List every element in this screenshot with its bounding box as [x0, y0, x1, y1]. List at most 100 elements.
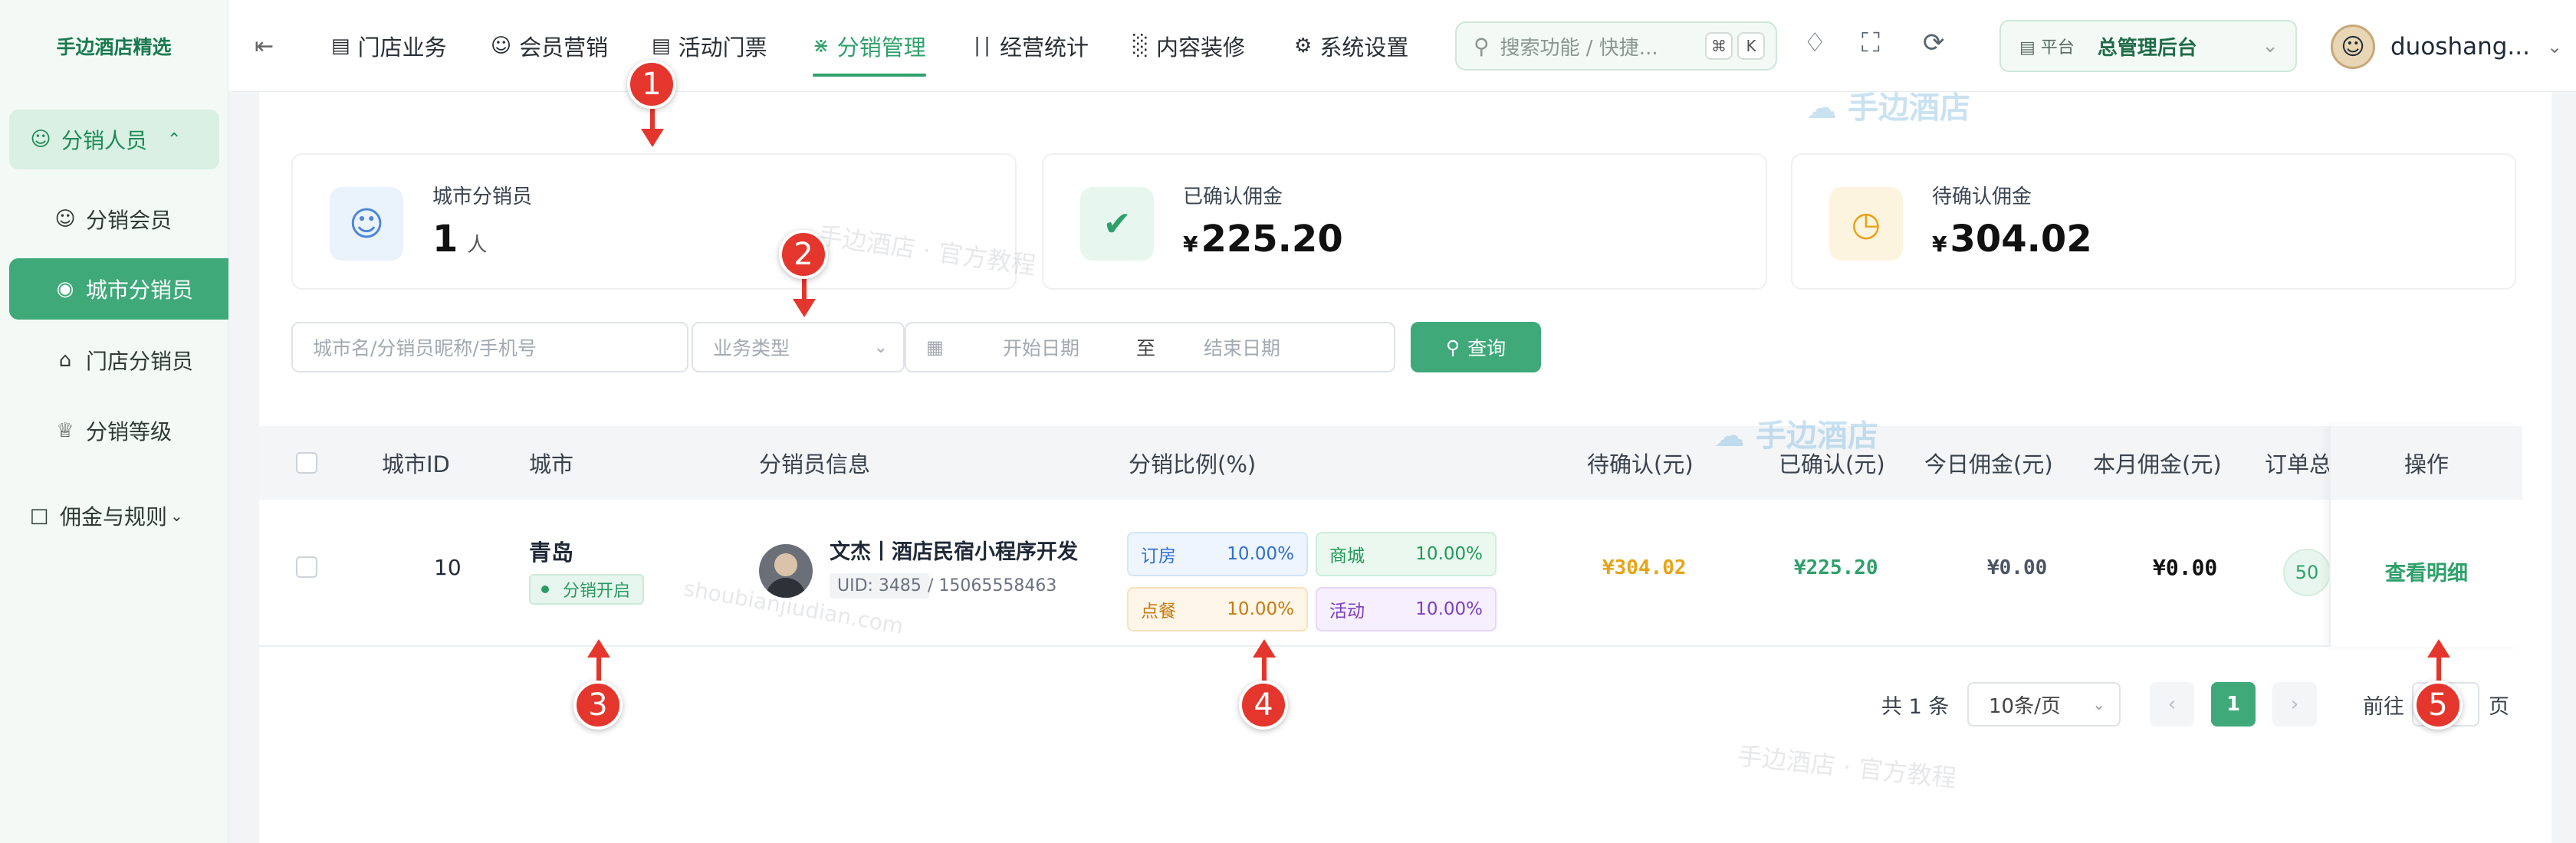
sidebar-group-label: 分销人员 — [61, 128, 148, 153]
nav-label: 经营统计 — [1000, 34, 1089, 61]
chevron-up-icon: ⌃ — [167, 130, 182, 149]
annotation-badge-3: 3 — [573, 681, 623, 730]
search-icon: ⚲ — [1445, 336, 1460, 359]
goto-label: 前往 — [2363, 694, 2404, 719]
table-header: 城市ID 城市 分销员信息 分销比例(%) 待确认(元) 已确认(元) 今日佣金… — [259, 426, 2522, 500]
pagination-total: 共 1 条 — [1881, 694, 1950, 719]
page-1-button[interactable]: 1 — [2211, 682, 2256, 727]
annotation-arrow-down-1 — [641, 103, 664, 147]
col-actions: 操作 — [2331, 426, 2522, 500]
next-page-button[interactable]: › — [2272, 682, 2317, 727]
col-confirmed: 已确认(元) — [1779, 451, 1885, 477]
select-all-checkbox[interactable] — [296, 452, 317, 474]
rate-dining: 点餐 10.00% — [1127, 587, 1308, 631]
refresh-icon[interactable]: ⟳ — [1923, 28, 1945, 58]
sidebar-item-member-distributor[interactable]: ☺ 分销会员 — [0, 189, 228, 250]
user-menu[interactable]: ☺ duoshang... ⌄ — [2331, 23, 2562, 71]
fullscreen-icon[interactable]: ⛶ — [1861, 28, 1880, 58]
avatar: ☺ — [2331, 25, 2375, 69]
date-separator: 至 — [1136, 337, 1156, 359]
nav-store-business[interactable]: ▤ 门店业务 — [331, 0, 447, 92]
stat-value: ¥304.02 — [1932, 218, 2092, 261]
rate-mall: 商城 10.00% — [1316, 532, 1497, 576]
sidebar-item-label: 城市分销员 — [86, 277, 194, 303]
stat-label: 待确认佣金 — [1932, 185, 2032, 208]
chevron-down-icon: ⌄ — [873, 337, 888, 357]
folder-icon: □ — [29, 504, 49, 527]
annotation-arrow-down-2 — [793, 273, 816, 317]
cell-confirmed: ¥225.20 — [1794, 556, 1878, 579]
distributor-phone: / 15065558463 — [928, 576, 1057, 595]
keyword-input[interactable]: 城市名/分销员昵称/手机号 — [291, 322, 688, 372]
ticket-icon: ▤ — [652, 34, 671, 57]
operations-column: 操作 查看明细 — [2329, 426, 2522, 647]
nav-label: 活动门票 — [678, 34, 767, 61]
view-detail-link[interactable]: 查看明细 — [2331, 556, 2522, 586]
table-row: 10 青岛 分销开启 文杰丨酒店民宿小程序开发 UID: 3485 / 1506… — [259, 500, 2522, 647]
location-pin-icon: ◉ — [56, 277, 74, 300]
sidebar-group-commission-rules[interactable]: □ 佣金与规则 ⌄ — [0, 485, 228, 546]
cell-city-id: 10 — [434, 555, 462, 580]
user-icon: ☺ — [330, 187, 403, 261]
query-button[interactable]: ⚲ 查询 — [1411, 322, 1541, 372]
calendar-icon: ▦ — [926, 336, 944, 358]
sidebar-item-distributor-level[interactable]: ♕ 分销等级 — [0, 400, 228, 461]
sidebar-item-label: 分销会员 — [86, 208, 172, 233]
nav-system-settings[interactable]: ⚙ 系统设置 — [1294, 0, 1408, 92]
col-pending: 待确认(元) — [1587, 451, 1694, 477]
user-icon: ☺ — [30, 128, 51, 151]
start-date-placeholder: 开始日期 — [1003, 337, 1080, 359]
col-city: 城市 — [529, 451, 574, 477]
business-type-select[interactable]: 业务类型 ⌄ — [692, 322, 905, 372]
col-distributor-info: 分销员信息 — [759, 451, 871, 477]
search-input[interactable]: ⚲ 搜索功能 / 快捷... ⌘ K — [1455, 21, 1777, 71]
rate-room: 订房 10.00% — [1127, 532, 1308, 576]
bell-icon[interactable]: ♢ — [1803, 28, 1826, 58]
user-icon: ☺ — [491, 34, 512, 57]
nav-label: 分销管理 — [836, 34, 926, 61]
nav-statistics[interactable]: ∣∣ 经营统计 — [972, 0, 1089, 92]
row-checkbox[interactable] — [296, 556, 317, 578]
nav-label: 门店业务 — [357, 34, 447, 61]
nav-distribution[interactable]: ⋇ 分销管理 — [813, 0, 926, 92]
status-badge: 分销开启 — [529, 574, 645, 605]
sidebar: 手边酒店精选 ☺ 分销人员 ⌃ ☺ 分销会员 ◉ 城市分销员 ⌂ 门店分销员 ♕ 分销等… — [0, 0, 228, 843]
nav-label: 内容装修 — [1156, 34, 1246, 61]
annotation-badge-4: 4 — [1239, 681, 1288, 730]
rate-activity: 活动 10.00% — [1316, 587, 1497, 631]
annotation-badge-1: 1 — [627, 60, 676, 109]
gear-icon: ⚙ — [1294, 34, 1313, 57]
stat-label: 城市分销员 — [432, 185, 533, 208]
type-placeholder: 业务类型 — [713, 337, 790, 359]
sidebar-item-label: 分销等级 — [86, 419, 172, 444]
page-suffix: 页 — [2489, 694, 2509, 719]
sidebar-item-store-distributor[interactable]: ⌂ 门店分销员 — [0, 330, 228, 391]
stat-card-pending-commission: ◷ 待确认佣金 ¥304.02 — [1791, 153, 2516, 290]
keyword-placeholder: 城市名/分销员昵称/手机号 — [313, 337, 537, 359]
stat-label: 已确认佣金 — [1183, 185, 1283, 208]
building-icon: ▤ — [331, 34, 350, 57]
stat-card-city-distributors: ☺ 城市分销员 1人 — [291, 153, 1017, 290]
col-today: 今日佣金(元) — [1924, 451, 2053, 477]
end-date-placeholder: 结束日期 — [1204, 337, 1281, 359]
app-logo: 手边酒店精选 — [56, 36, 172, 58]
page-size-select[interactable]: 10条/页 ⌄ — [1967, 682, 2121, 727]
clock-icon: ◷ — [1829, 187, 1903, 261]
sidebar-item-city-distributor[interactable]: ◉ 城市分销员 — [9, 258, 228, 320]
platform-selector[interactable]: ▤ 平台 总管理后台 ⌄ — [1999, 20, 2297, 72]
sidebar-group-distributors[interactable]: ☺ 分销人员 ⌃ — [9, 110, 219, 169]
collapse-menu-icon[interactable]: ⇤ — [255, 0, 274, 92]
chevron-down-icon: ⌄ — [170, 507, 183, 525]
bar-chart-icon: ∣∣ — [972, 34, 992, 57]
stat-value: 1人 — [432, 218, 488, 261]
col-city-id: 城市ID — [382, 451, 450, 477]
prev-page-button[interactable]: ‹ — [2150, 682, 2194, 727]
shortcut-key-k: K — [1737, 32, 1765, 60]
nav-label: 系统设置 — [1319, 34, 1409, 61]
nav-member-marketing[interactable]: ☺ 会员营销 — [491, 0, 608, 92]
date-range-picker[interactable]: ▦ 开始日期 至 结束日期 — [905, 322, 1395, 372]
chevron-down-icon: ⌄ — [2092, 695, 2105, 713]
nav-content-decoration[interactable]: ░ 内容装修 — [1133, 0, 1245, 92]
distributor-name: 文杰丨酒店民宿小程序开发 — [830, 540, 1078, 564]
main-content: ☺ 城市分销员 1人 ✔ 已确认佣金 ¥225.20 ◷ 待确认佣金 ¥304.… — [259, 92, 2551, 843]
